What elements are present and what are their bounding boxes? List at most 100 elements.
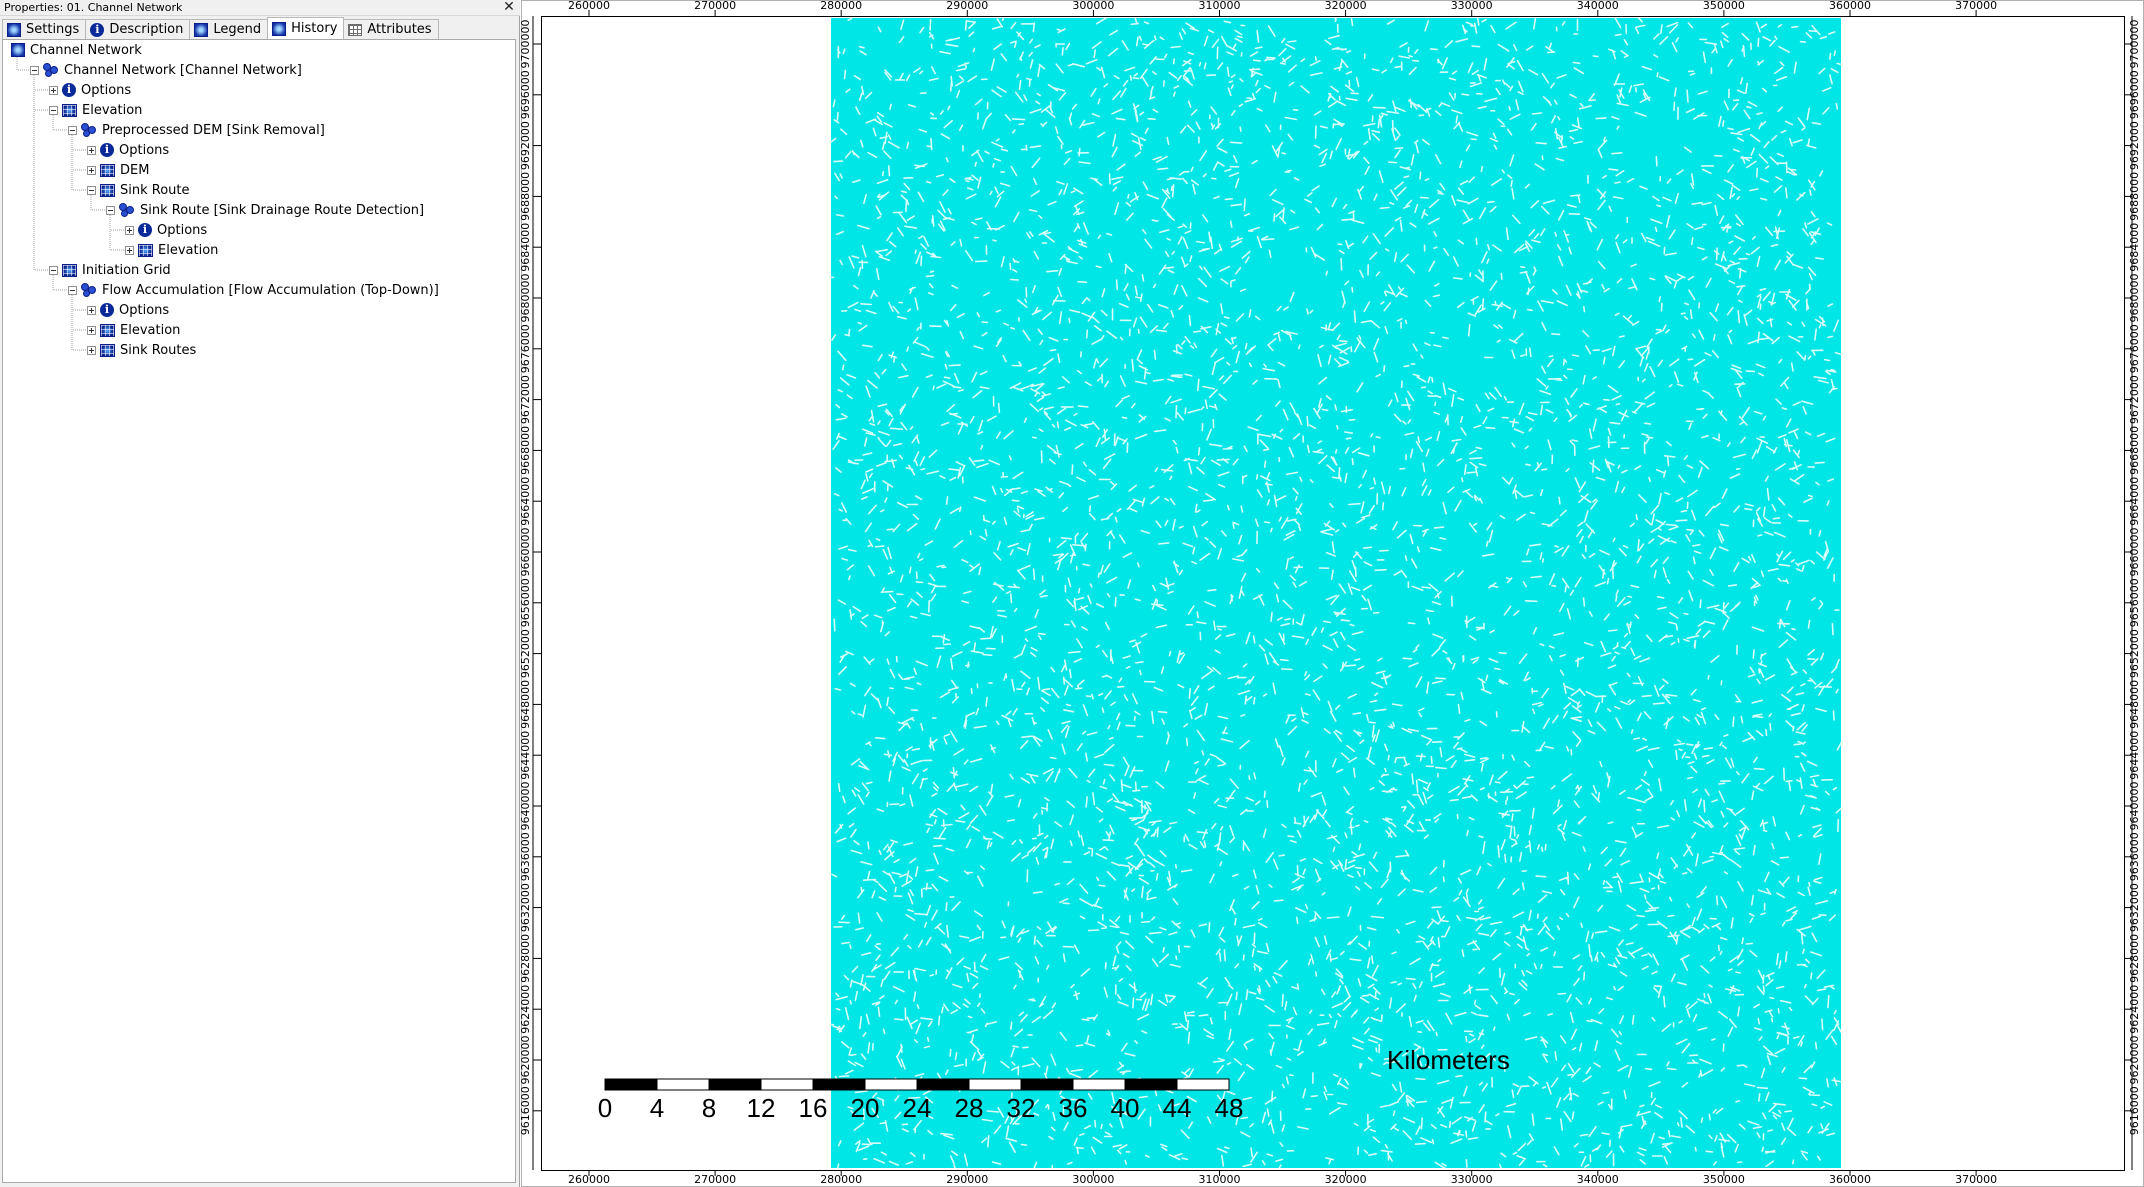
y-tick-label-left: 9632000 [521, 883, 532, 932]
y-tick-label-right: 9616000 [2128, 1086, 2141, 1135]
tree-item[interactable]: Preprocessed DEM [Sink Removal] [68, 120, 325, 140]
scalebar-segment [604, 1078, 658, 1091]
tab-settings[interactable]: Settings [2, 19, 87, 39]
tree-item-label: Options [157, 222, 208, 238]
expand-icon[interactable] [125, 225, 134, 235]
y-tick-label-right: 9684000 [2128, 223, 2141, 272]
y-tick-label-left: 9648000 [521, 680, 532, 729]
tree-item[interactable]: Elevation [49, 100, 142, 120]
collapse-icon[interactable] [68, 125, 77, 135]
grid-icon [100, 343, 115, 357]
scalebar-label: 16 [798, 1093, 828, 1123]
tab-legend[interactable]: Legend [189, 19, 269, 39]
y-tick-label-left: 9700000 [521, 20, 532, 69]
tree-connector-line [71, 135, 87, 191]
tool-icon-gear [45, 70, 52, 77]
tree-item[interactable]: Sink Routes [87, 340, 196, 360]
grid-icon [62, 263, 77, 277]
legend-icon [194, 22, 209, 37]
tree-item[interactable]: Sink Route [87, 180, 190, 200]
close-icon[interactable]: ✕ [502, 0, 516, 16]
tree-item-label: Options [119, 302, 170, 318]
expand-icon[interactable] [125, 245, 134, 255]
y-tick-label-left: 9676000 [521, 324, 532, 373]
properties-title: Properties: 01. Channel Network [4, 1, 183, 14]
collapse-icon[interactable] [87, 185, 96, 195]
x-tick-label-bottom: 340000 [1577, 1173, 1619, 1186]
y-tick-label-left: 9620000 [521, 1036, 532, 1085]
scalebar-label: 32 [1006, 1093, 1036, 1123]
tree-item[interactable]: i Options [87, 140, 169, 160]
expand-icon[interactable] [87, 325, 96, 335]
y-tick-label-right: 9664000 [2128, 477, 2141, 526]
tree-item-label: Options [119, 142, 170, 158]
tree-connector-line [33, 75, 49, 271]
expand-icon[interactable] [87, 345, 96, 355]
scalebar-label: 44 [1162, 1093, 1192, 1123]
y-tick-label-right: 9688000 [2128, 172, 2141, 221]
tab-history[interactable]: History [267, 17, 345, 39]
y-tick-label-right: 9692000 [2128, 121, 2141, 170]
scalebar-segment [864, 1078, 918, 1091]
scalebar-label: 4 [649, 1093, 665, 1123]
info-icon: i [138, 223, 152, 237]
scalebar-label: 48 [1214, 1093, 1244, 1123]
collapse-icon[interactable] [30, 65, 39, 75]
tab-label: Description [109, 22, 184, 37]
tool-icon [119, 203, 135, 217]
expand-icon[interactable] [49, 85, 58, 95]
tree-item-label: Channel Network [30, 42, 142, 58]
tree-item[interactable]: Channel Network [Channel Network] [30, 60, 302, 80]
tree-item[interactable]: Sink Route [Sink Drainage Route Detectio… [106, 200, 424, 220]
tree-item[interactable]: i Options [87, 300, 169, 320]
x-tick-label-top: 270000 [694, 0, 736, 12]
scalebar-segment [1072, 1078, 1126, 1091]
y-tick-label-left: 9644000 [521, 731, 532, 780]
tree-item[interactable]: i Options [49, 80, 131, 100]
properties-tabs: Settings i Description Legend History At… [2, 17, 439, 39]
y-tick-label-left: 9636000 [521, 832, 532, 881]
y-tick-label-right: 9644000 [2128, 731, 2141, 780]
scalebar-label: 28 [954, 1093, 984, 1123]
y-tick-label-right: 9700000 [2128, 20, 2141, 69]
tree-item-label: Elevation [82, 102, 143, 118]
x-tick-label-top: 290000 [946, 0, 988, 12]
expand-icon[interactable] [87, 145, 96, 155]
scalebar-segment [708, 1078, 762, 1091]
collapse-icon[interactable] [49, 265, 58, 275]
map-view[interactable]: 260000 260000 270000 270000 280000 280000 2900… [521, 0, 2144, 1187]
tree-item[interactable]: i Options [125, 220, 207, 240]
scalebar-segment [812, 1078, 866, 1091]
y-tick-label-right: 9632000 [2128, 883, 2141, 932]
y-tick-label-right: 9636000 [2128, 832, 2141, 881]
tree-connector-line [109, 215, 125, 251]
expand-icon[interactable] [87, 165, 96, 175]
tree-item[interactable]: Flow Accumulation [Flow Accumulation (To… [68, 280, 439, 300]
info-icon: i [100, 143, 114, 157]
tree-item[interactable]: DEM [87, 160, 149, 180]
history-icon [272, 21, 287, 36]
tree-item[interactable]: Channel Network [11, 40, 142, 60]
expand-icon[interactable] [87, 305, 96, 315]
grid-icon [62, 103, 77, 117]
x-tick-label-bottom: 280000 [820, 1173, 862, 1186]
y-tick-label-left: 9692000 [521, 121, 532, 170]
tree-item-label: Sink Route [120, 182, 190, 198]
info-icon: i [62, 83, 76, 97]
tree-item[interactable]: Elevation [125, 240, 218, 260]
y-tick-label-left: 9664000 [521, 477, 532, 526]
collapse-icon[interactable] [106, 205, 115, 215]
y-tick-label-right: 9668000 [2128, 426, 2141, 475]
tab-label: Attributes [367, 22, 432, 37]
collapse-icon[interactable] [68, 285, 77, 295]
x-tick-label-bottom: 330000 [1451, 1173, 1493, 1186]
tree-item-label: Sink Route [Sink Drainage Route Detectio… [140, 202, 425, 218]
tool-icon [81, 283, 97, 297]
tab-description[interactable]: i Description [85, 19, 191, 39]
tab-attributes[interactable]: Attributes [343, 19, 439, 39]
collapse-icon[interactable] [49, 105, 58, 115]
tree-item[interactable]: Initiation Grid [49, 260, 171, 280]
scalebar-segment [760, 1078, 814, 1091]
y-tick-label-left: 9660000 [521, 528, 532, 577]
tree-item[interactable]: Elevation [87, 320, 180, 340]
